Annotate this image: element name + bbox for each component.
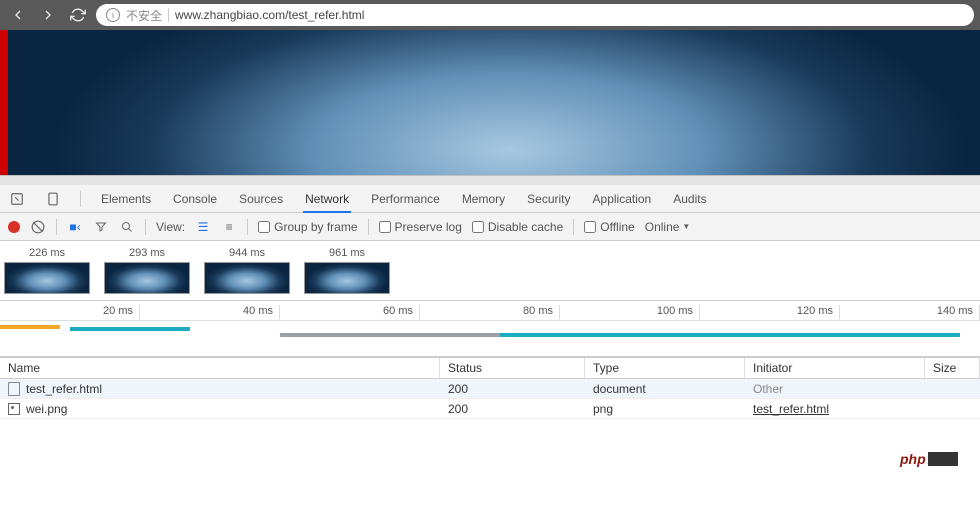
tick: 140 ms <box>840 305 980 320</box>
camera-icon[interactable]: ■‹ <box>67 220 83 234</box>
watermark: php <box>896 448 976 470</box>
page-viewport <box>0 30 980 175</box>
filmstrip: 226 ms 293 ms 944 ms 961 ms <box>0 241 980 301</box>
waterfall-icon[interactable]: ≡ <box>221 220 237 234</box>
tick: 20 ms <box>0 305 140 320</box>
tick: 100 ms <box>560 305 700 320</box>
timeline-overview[interactable]: 20 ms 40 ms 60 ms 80 ms 100 ms 120 ms 14… <box>0 301 980 357</box>
address-bar[interactable]: i 不安全 www.zhangbiao.com/test_refer.html <box>96 4 974 26</box>
network-table: Name Status Type Initiator Size test_ref… <box>0 357 980 514</box>
tick: 120 ms <box>700 305 840 320</box>
table-header: Name Status Type Initiator Size <box>0 357 980 379</box>
network-toolbar: ■‹ View: ☰ ≡ Group by frame Preserve log… <box>0 213 980 241</box>
device-icon[interactable] <box>44 190 62 208</box>
tab-performance[interactable]: Performance <box>369 185 442 213</box>
separator <box>573 219 574 235</box>
clear-icon[interactable] <box>30 220 46 234</box>
record-button[interactable] <box>8 221 20 233</box>
group-by-frame-checkbox[interactable]: Group by frame <box>258 220 357 234</box>
col-name[interactable]: Name <box>0 358 440 378</box>
request-bar <box>280 333 500 337</box>
tab-elements[interactable]: Elements <box>99 185 153 213</box>
filmstrip-frame[interactable]: 226 ms <box>4 247 90 294</box>
earth-banner-image <box>50 30 970 175</box>
overview-bars <box>0 325 980 341</box>
separator <box>80 191 81 207</box>
large-rows-icon[interactable]: ☰ <box>195 220 211 234</box>
filter-icon[interactable] <box>93 221 109 233</box>
tab-security[interactable]: Security <box>525 185 572 213</box>
tab-sources[interactable]: Sources <box>237 185 285 213</box>
throttle-dropdown[interactable]: Online▼ <box>645 220 691 234</box>
separator <box>247 219 248 235</box>
table-row[interactable]: test_refer.html 200 document Other <box>0 379 980 399</box>
devtools-tabs: Elements Console Sources Network Perform… <box>0 185 980 213</box>
tick: 80 ms <box>420 305 560 320</box>
insecure-label: 不安全 <box>126 7 162 24</box>
separator <box>368 219 369 235</box>
horizontal-scrollbar[interactable] <box>0 175 980 185</box>
tick: 40 ms <box>140 305 280 320</box>
col-type[interactable]: Type <box>585 358 745 378</box>
devtools-panel: Elements Console Sources Network Perform… <box>0 185 980 514</box>
browser-toolbar: i 不安全 www.zhangbiao.com/test_refer.html <box>0 0 980 30</box>
separator <box>168 8 169 22</box>
tab-console[interactable]: Console <box>171 185 219 213</box>
forward-button[interactable] <box>36 3 60 27</box>
tab-network[interactable]: Network <box>303 185 351 213</box>
tab-memory[interactable]: Memory <box>460 185 507 213</box>
table-row[interactable]: wei.png 200 png test_refer.html <box>0 399 980 419</box>
view-label: View: <box>156 220 185 234</box>
tab-application[interactable]: Application <box>591 185 654 213</box>
search-icon[interactable] <box>119 221 135 233</box>
filmstrip-frame[interactable]: 961 ms <box>304 247 390 294</box>
document-icon <box>8 382 20 396</box>
red-accent-bar <box>0 30 8 175</box>
separator <box>145 219 146 235</box>
back-button[interactable] <box>6 3 30 27</box>
tab-audits[interactable]: Audits <box>671 185 708 213</box>
disable-cache-checkbox[interactable]: Disable cache <box>472 220 563 234</box>
frame-thumbnail <box>304 262 390 294</box>
col-size[interactable]: Size <box>925 358 980 378</box>
url-text: www.zhangbiao.com/test_refer.html <box>175 8 964 22</box>
request-bar <box>500 333 960 337</box>
filmstrip-frame[interactable]: 293 ms <box>104 247 190 294</box>
frame-thumbnail <box>4 262 90 294</box>
col-initiator[interactable]: Initiator <box>745 358 925 378</box>
tick: 60 ms <box>280 305 420 320</box>
reload-button[interactable] <box>66 3 90 27</box>
frame-thumbnail <box>204 262 290 294</box>
filmstrip-frame[interactable]: 944 ms <box>204 247 290 294</box>
request-bar <box>0 325 60 329</box>
separator <box>56 219 57 235</box>
offline-checkbox[interactable]: Offline <box>584 220 634 234</box>
frame-thumbnail <box>104 262 190 294</box>
col-status[interactable]: Status <box>440 358 585 378</box>
inspect-icon[interactable] <box>8 190 26 208</box>
preserve-log-checkbox[interactable]: Preserve log <box>379 220 462 234</box>
info-icon[interactable]: i <box>106 8 120 22</box>
request-bar <box>70 327 190 331</box>
image-icon <box>8 403 20 415</box>
